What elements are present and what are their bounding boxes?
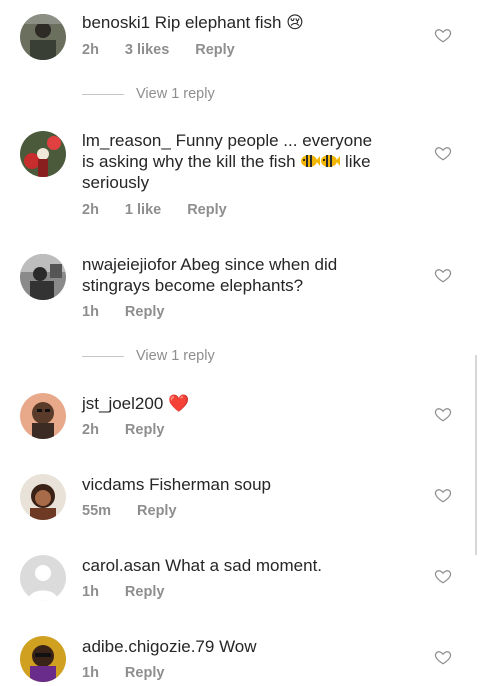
username[interactable]: vicdams [82,475,144,494]
tropical-fish-emoji [301,155,321,167]
avatar[interactable] [20,131,66,177]
heart-icon[interactable] [434,405,452,423]
comment-time: 1h [82,584,99,600]
reply-button[interactable]: Reply [137,503,177,519]
tropical-fish-emoji [321,155,341,167]
username[interactable]: benoski1 [82,13,150,32]
reply-button[interactable]: Reply [187,202,227,218]
crying-emoji: 😢 [286,13,304,32]
likes-count[interactable]: 1 like [125,202,161,218]
avatar[interactable] [20,555,66,601]
avatar[interactable] [20,254,66,300]
reply-button[interactable]: Reply [125,584,165,600]
comment-time: 55m [82,503,112,519]
avatar[interactable] [20,14,66,60]
heart-icon[interactable] [434,144,452,162]
avatar[interactable] [20,636,66,682]
comment-text-line2: stingrays become elephants? [82,276,304,295]
username[interactable]: lm_reason_ [82,131,171,150]
view-replies-link[interactable]: View 1 reply [82,86,215,102]
comment-text-line1: Funny people ... everyone [175,131,373,150]
username[interactable]: jst_joel200 [82,394,163,413]
comment-text: Fisherman soup [149,475,271,494]
comment-text-tail: like [345,152,371,171]
comment-time: 1h [82,304,99,320]
heart-icon[interactable] [434,266,452,284]
heart-icon[interactable] [434,648,452,666]
comment-text-line1: Abeg since when did [180,255,338,274]
comment-text: Rip elephant fish [154,13,282,32]
reply-button[interactable]: Reply [125,304,165,320]
comment-text: What a sad moment. [165,556,323,575]
username[interactable]: nwajeiejiofor [82,255,177,274]
reply-button[interactable]: Reply [125,422,165,438]
comment-text: Wow [219,637,257,656]
comment-time: 1h [82,665,99,681]
likes-count[interactable]: 3 likes [125,42,169,58]
divider [82,93,124,95]
reply-button[interactable]: Reply [125,665,165,681]
heart-icon[interactable] [434,26,452,44]
reply-button[interactable]: Reply [195,42,235,58]
heart-icon[interactable] [434,486,452,504]
avatar[interactable] [20,393,66,439]
username[interactable]: carol.asan [82,556,160,575]
comment-time: 2h [82,422,99,438]
red-heart-emoji: ❤️ [168,394,190,413]
divider [82,355,124,357]
avatar[interactable] [20,474,66,520]
scrollbar[interactable] [475,355,477,555]
heart-icon[interactable] [434,567,452,585]
username[interactable]: adibe.chigozie.79 [82,637,214,656]
comment-text-line3: seriously [82,173,150,192]
comment-time: 2h [82,202,99,218]
comment-time: 2h [82,42,99,58]
view-replies-link[interactable]: View 1 reply [82,348,215,364]
comment-text-line2: is asking why the kill the fish [82,152,296,171]
